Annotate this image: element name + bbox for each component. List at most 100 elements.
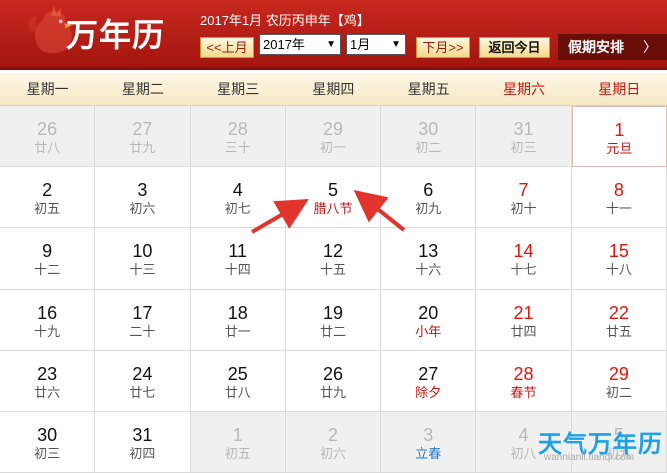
solar-date: 1 xyxy=(232,424,243,445)
solar-date: 28 xyxy=(227,119,248,139)
calendar-day-cell[interactable]: 7 初十 xyxy=(476,167,572,229)
header-bar: 万年历 2017年1月 农历丙申年【鸡】 <<上月 2017年 ▼ 1月 ▼ 下… xyxy=(0,0,667,70)
solar-date: 8 xyxy=(613,180,624,201)
next-month-button[interactable]: 下月>> xyxy=(416,37,470,58)
calendar-day-cell[interactable]: 16 十九 xyxy=(0,289,96,351)
solar-date: 10 xyxy=(132,241,153,262)
calendar-day-cell[interactable]: 11 十四 xyxy=(190,228,286,290)
calendar-day-cell[interactable]: 15 十八 xyxy=(571,228,667,290)
lunar-date: 十一 xyxy=(605,201,632,217)
logo-text: 万年历 xyxy=(66,16,166,54)
lunar-date: 初二 xyxy=(605,384,632,400)
calendar-day-cell[interactable]: 22 廿五 xyxy=(571,289,667,351)
calendar-day-cell[interactable]: 1 元旦 xyxy=(571,106,667,168)
solar-date: 22 xyxy=(608,302,629,323)
solar-date: 27 xyxy=(418,363,439,384)
year-select[interactable]: 2017年 ▼ xyxy=(259,34,341,55)
calendar-day-cell[interactable]: 5 腊八节 xyxy=(285,167,382,229)
calendar-day-cell[interactable]: 25 廿八 xyxy=(190,350,286,412)
chevron-down-icon: ▼ xyxy=(326,39,336,50)
solar-date: 17 xyxy=(132,302,153,323)
calendar-day-cell[interactable]: 31 初三 xyxy=(476,106,572,168)
lunar-date: 二十 xyxy=(129,323,156,339)
calendar-day-cell[interactable]: 24 廿七 xyxy=(95,350,191,412)
weekday-label: 星期日 xyxy=(598,81,641,97)
calendar-day-cell[interactable]: 9 十二 xyxy=(0,228,96,290)
lunar-date: 廿二 xyxy=(319,323,346,339)
solar-date: 24 xyxy=(132,363,153,384)
prev-month-button[interactable]: <<上月 xyxy=(200,37,254,58)
calendar-day-cell[interactable]: 21 廿四 xyxy=(476,289,572,351)
calendar-day-cell[interactable]: 20 小年 xyxy=(381,289,477,351)
month-select-value: 1月 xyxy=(350,37,371,52)
solar-date: 9 xyxy=(42,241,53,262)
solar-date: 13 xyxy=(418,241,439,262)
today-button[interactable]: 返回今日 xyxy=(479,37,550,58)
lunar-date: 廿六 xyxy=(34,384,61,400)
solar-date: 12 xyxy=(322,241,343,262)
calendar-day-cell[interactable]: 28 春节 xyxy=(476,350,572,412)
calendar-day-cell[interactable]: 2 初六 xyxy=(285,411,382,473)
chevron-right-icon: 〉 xyxy=(643,39,657,55)
solar-date: 14 xyxy=(513,241,534,262)
calendar-day-cell[interactable]: 17 二十 xyxy=(95,289,191,351)
solar-date: 1 xyxy=(614,120,625,140)
lunar-date: 初九 xyxy=(415,201,442,217)
solar-date: 7 xyxy=(518,180,529,201)
calendar-day-cell[interactable]: 18 廿一 xyxy=(190,289,286,351)
calendar-day-cell[interactable]: 31 初四 xyxy=(95,411,191,473)
calendar-day-cell[interactable]: 28 三十 xyxy=(190,106,286,168)
solar-date: 6 xyxy=(423,180,434,201)
calendar-day-cell[interactable]: 26 廿九 xyxy=(285,350,382,412)
solar-date: 29 xyxy=(608,363,629,384)
calendar-day-cell[interactable]: 12 十五 xyxy=(285,228,382,290)
solar-date: 30 xyxy=(418,119,439,139)
calendar-grid: 26 廿八 27 廿九 28 三十 29 初一 30 初二 31 初三 1 元旦 2 初五 3初… xyxy=(0,106,667,473)
calendar-day-cell[interactable]: 4 初七 xyxy=(190,167,286,229)
solar-date: 30 xyxy=(37,424,58,445)
calendar-day-cell[interactable]: 3 初六 xyxy=(95,167,191,229)
solar-date: 31 xyxy=(513,119,534,139)
solar-date: 21 xyxy=(513,302,534,323)
solar-date: 26 xyxy=(37,119,58,139)
solar-date: 26 xyxy=(322,363,343,384)
calendar-day-cell[interactable]: 13 十六 xyxy=(381,228,477,290)
lunar-date: 立春 xyxy=(415,445,442,461)
calendar-day-cell[interactable]: 3 立春 xyxy=(381,411,477,473)
current-date-info: 2017年1月 农历丙申年【鸡】 xyxy=(200,13,370,28)
holiday-schedule-button[interactable]: 假期安排 〉 xyxy=(558,34,667,60)
calendar-day-cell[interactable]: 10 十三 xyxy=(95,228,191,290)
solar-date: 3 xyxy=(423,424,434,445)
solar-date: 3 xyxy=(137,180,148,201)
calendar-day-cell[interactable]: 29 初二 xyxy=(571,350,667,412)
solar-date: 19 xyxy=(322,302,343,323)
calendar-day-cell[interactable]: 1 初五 xyxy=(190,411,286,473)
lunar-date: 小年 xyxy=(415,323,442,339)
lunar-date: 初十 xyxy=(510,201,537,217)
calendar-day-cell[interactable]: 6 初九 xyxy=(381,167,477,229)
calendar-day-cell[interactable]: 29 初一 xyxy=(285,106,382,168)
calendar-day-cell[interactable]: 23 廿六 xyxy=(0,350,96,412)
lunar-date: 十三 xyxy=(129,262,156,278)
calendar-day-cell[interactable]: 30 初三 xyxy=(0,411,96,473)
calendar-day-cell[interactable]: 27 廿九 xyxy=(95,106,191,168)
calendar-day-cell[interactable]: 30 初二 xyxy=(381,106,477,168)
lunar-date: 三十 xyxy=(224,140,251,155)
calendar-day-cell[interactable]: 27 除夕 xyxy=(381,350,477,412)
weekday-label: 星期四 xyxy=(312,81,355,97)
lunar-date: 廿五 xyxy=(605,323,632,339)
solar-date: 16 xyxy=(37,302,58,323)
solar-date: 31 xyxy=(132,424,153,445)
calendar-day-cell[interactable]: 14 十七 xyxy=(476,228,572,290)
lunar-date: 初一 xyxy=(319,140,346,155)
lunar-date: 初六 xyxy=(129,201,156,217)
solar-date: 29 xyxy=(322,119,343,139)
lunar-date: 十九 xyxy=(34,323,61,339)
calendar-day-cell[interactable]: 26 廿八 xyxy=(0,106,96,168)
lunar-date: 初七 xyxy=(224,201,251,217)
calendar-day-cell[interactable]: 2 初五 xyxy=(0,167,96,229)
month-select[interactable]: 1月 ▼ xyxy=(346,34,406,55)
calendar-day-cell[interactable]: 8 十一 xyxy=(571,167,667,229)
calendar-day-cell[interactable]: 19 廿二 xyxy=(285,289,382,351)
lunar-date: 腊八节 xyxy=(313,201,353,217)
